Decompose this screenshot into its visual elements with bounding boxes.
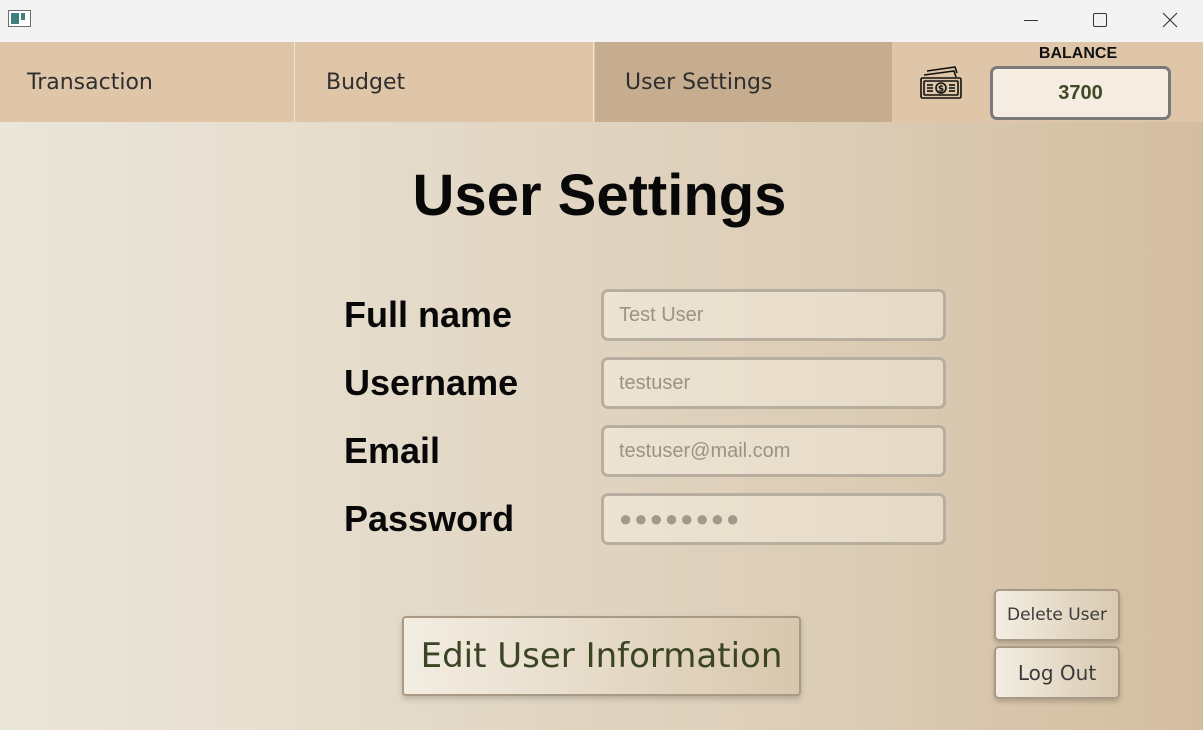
maximize-icon [1093, 13, 1107, 27]
tab-transaction[interactable]: Transaction [0, 42, 295, 122]
title-bar [0, 0, 1203, 42]
tab-budget[interactable]: Budget [296, 42, 594, 122]
user-settings-panel: User Settings Full name Test User Userna… [0, 122, 1203, 730]
full-name-label: Full name [344, 294, 513, 335]
full-name-placeholder: Test User [619, 303, 704, 326]
balance-label: BALANCE [1038, 45, 1118, 62]
money-bill-icon: $ [920, 66, 962, 99]
password-label: Password [344, 498, 515, 539]
minimize-icon [1024, 20, 1038, 21]
email-field[interactable]: testuser@mail.com [601, 425, 946, 477]
minimize-button[interactable] [1008, 0, 1054, 40]
tab-transaction-label: Transaction [27, 69, 153, 95]
tab-user-settings[interactable]: User Settings [595, 42, 892, 122]
log-out-button[interactable]: Log Out [994, 646, 1120, 699]
close-button[interactable] [1147, 0, 1193, 40]
username-field[interactable]: testuser [601, 357, 946, 409]
edit-user-information-button[interactable]: Edit User Information [402, 616, 801, 696]
username-label: Username [344, 362, 519, 403]
email-placeholder: testuser@mail.com [619, 439, 791, 462]
app-window-icon [8, 10, 31, 27]
tab-budget-label: Budget [326, 69, 406, 95]
password-placeholder: ●●●●●●●● [619, 506, 742, 531]
password-field[interactable]: ●●●●●●●● [601, 493, 946, 545]
email-label: Email [344, 430, 441, 471]
delete-user-button[interactable]: Delete User [994, 589, 1120, 641]
maximize-button[interactable] [1077, 0, 1123, 40]
balance-value: 3700 [990, 66, 1171, 120]
username-placeholder: testuser [619, 371, 691, 394]
full-name-field[interactable]: Test User [601, 289, 946, 341]
close-icon [1162, 12, 1178, 28]
page-title: User Settings [412, 163, 787, 228]
svg-text:$: $ [938, 85, 944, 95]
tab-user-settings-label: User Settings [625, 69, 773, 95]
navigation-bar: Transaction Budget User Settings $ BALAN… [0, 42, 1203, 122]
